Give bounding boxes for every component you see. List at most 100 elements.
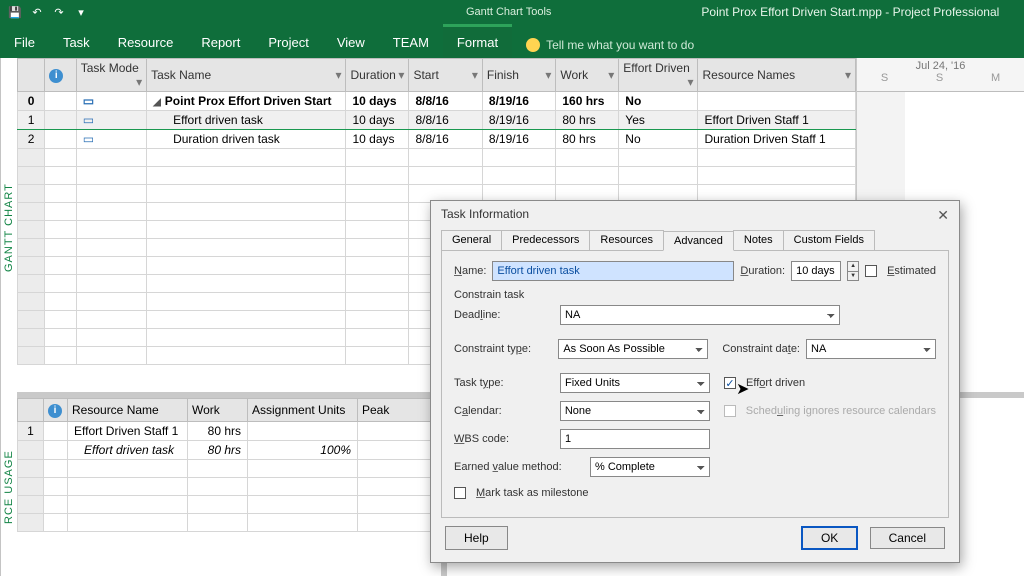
start-cell[interactable]: 8/8/16 — [409, 92, 482, 111]
task-mode-icon[interactable]: ▭ — [76, 92, 146, 111]
qat-dropdown-icon[interactable]: ▾ — [72, 3, 90, 21]
dialog-tab-resources[interactable]: Resources — [589, 230, 664, 250]
finish-cell[interactable]: 8/19/16 — [482, 130, 555, 149]
close-icon[interactable]: ✕ — [937, 207, 949, 224]
usage-row-num[interactable]: 1 — [18, 422, 44, 441]
usage-work-cell[interactable]: 80 hrs — [188, 422, 248, 441]
row-info[interactable] — [45, 92, 76, 111]
effort-cell[interactable]: No — [619, 130, 698, 149]
task-name-input[interactable] — [492, 261, 734, 281]
col-mode[interactable]: Task Mode▾ — [76, 59, 146, 92]
effort-driven-checkbox[interactable] — [724, 377, 736, 389]
usage-assign-cell[interactable]: 100% — [248, 441, 358, 460]
name-label: Name: — [454, 265, 486, 277]
deadline-input[interactable] — [560, 305, 840, 325]
row-num[interactable]: 0 — [18, 92, 45, 111]
col-finish[interactable]: Finish▾ — [482, 59, 555, 92]
usage-col-peak[interactable]: Peak — [358, 399, 441, 422]
ok-button[interactable]: OK — [801, 526, 858, 550]
task-name-cell[interactable]: ◢Point Prox Effort Driven Start — [147, 92, 346, 111]
tab-resource[interactable]: Resource — [104, 27, 188, 58]
work-cell[interactable]: 80 hrs — [556, 111, 619, 130]
task-name-cell[interactable]: Effort driven task — [147, 111, 346, 130]
row-num[interactable]: 2 — [18, 130, 45, 149]
wbs-input[interactable] — [560, 429, 710, 449]
col-duration[interactable]: Duration▾ — [346, 59, 409, 92]
usage-col-resource[interactable]: Resource Name — [68, 399, 188, 422]
dialog-tab-predecessors[interactable]: Predecessors — [501, 230, 590, 250]
duration-input[interactable] — [791, 261, 841, 281]
usage-col-info[interactable]: i — [44, 399, 68, 422]
col-info[interactable]: i — [45, 59, 76, 92]
redo-icon[interactable]: ↷ — [50, 3, 68, 21]
work-cell[interactable]: 160 hrs — [556, 92, 619, 111]
resource-cell[interactable] — [698, 92, 856, 111]
duration-cell[interactable]: 10 days — [346, 92, 409, 111]
resource-usage-grid[interactable]: i Resource Name Work Assignment Units Pe… — [17, 398, 447, 576]
col-name[interactable]: Task Name▾ — [147, 59, 346, 92]
usage-assign-cell[interactable] — [248, 422, 358, 441]
duration-cell[interactable]: 10 days — [346, 130, 409, 149]
tab-team[interactable]: TEAM — [379, 27, 443, 58]
usage-resource-cell[interactable]: Effort driven task — [68, 441, 188, 460]
constraint-type-select[interactable] — [558, 339, 708, 359]
constraint-date-input[interactable] — [806, 339, 936, 359]
calendar-label: Calendar: — [454, 405, 554, 417]
calendar-select[interactable] — [560, 401, 710, 421]
usage-col-work[interactable]: Work — [188, 399, 248, 422]
task-type-label: Task type: — [454, 377, 554, 389]
effort-cell[interactable]: Yes — [619, 111, 698, 130]
finish-cell[interactable]: 8/19/16 — [482, 111, 555, 130]
resource-usage-sidelabel: RCE USAGE — [0, 398, 17, 576]
milestone-checkbox[interactable] — [454, 487, 466, 499]
dialog-tab-notes[interactable]: Notes — [733, 230, 784, 250]
task-mode-icon[interactable]: ▭ — [76, 111, 146, 130]
finish-cell[interactable]: 8/19/16 — [482, 92, 555, 111]
col-effort[interactable]: Effort Driven▾ — [619, 59, 698, 92]
tab-project[interactable]: Project — [254, 27, 322, 58]
evm-select[interactable] — [590, 457, 710, 477]
collapse-icon[interactable]: ◢ — [153, 97, 161, 108]
effort-cell[interactable]: No — [619, 92, 698, 111]
usage-resource-cell[interactable]: Effort Driven Staff 1 — [68, 422, 188, 441]
start-cell[interactable]: 8/8/16 — [409, 130, 482, 149]
row-info[interactable] — [45, 130, 76, 149]
start-cell[interactable]: 8/8/16 — [409, 111, 482, 130]
col-resources[interactable]: Resource Names▾ — [698, 59, 856, 92]
row-num[interactable]: 1 — [18, 111, 45, 130]
usage-col-assign[interactable]: Assignment Units — [248, 399, 358, 422]
tab-task[interactable]: Task — [49, 27, 104, 58]
work-cell[interactable]: 80 hrs — [556, 130, 619, 149]
tab-view[interactable]: View — [323, 27, 379, 58]
col-work[interactable]: Work▾ — [556, 59, 619, 92]
usage-col-rownum[interactable] — [18, 399, 44, 422]
col-start[interactable]: Start▾ — [409, 59, 482, 92]
scheduling-ignores-checkbox — [724, 405, 736, 417]
duration-cell[interactable]: 10 days — [346, 111, 409, 130]
col-rownum[interactable] — [18, 59, 45, 92]
task-name-cell[interactable]: Duration driven task — [147, 130, 346, 149]
estimated-checkbox[interactable] — [865, 265, 877, 277]
dialog-tabs: General Predecessors Resources Advanced … — [431, 230, 959, 250]
tab-format[interactable]: Format — [443, 24, 512, 58]
resource-cell[interactable]: Duration Driven Staff 1 — [698, 130, 856, 149]
task-mode-icon[interactable]: ▭ — [76, 130, 146, 149]
tell-me-search[interactable]: Tell me what you want to do — [512, 38, 708, 58]
dialog-tab-advanced[interactable]: Advanced — [663, 231, 734, 251]
resource-cell[interactable]: Effort Driven Staff 1 — [698, 111, 856, 130]
row-info[interactable] — [45, 111, 76, 130]
cancel-button[interactable]: Cancel — [870, 527, 945, 549]
task-information-dialog: Task Information ✕ General Predecessors … — [430, 200, 960, 563]
dialog-tab-general[interactable]: General — [441, 230, 502, 250]
duration-spinner[interactable]: ▲▼ — [847, 261, 859, 281]
tab-report[interactable]: Report — [187, 27, 254, 58]
task-type-select[interactable] — [560, 373, 710, 393]
constrain-header: Constrain task — [454, 289, 524, 301]
tab-file[interactable]: File — [0, 27, 49, 58]
usage-work-cell[interactable]: 80 hrs — [188, 441, 248, 460]
undo-icon[interactable]: ↶ — [28, 3, 46, 21]
dialog-tab-custom[interactable]: Custom Fields — [783, 230, 875, 250]
help-button[interactable]: Help — [445, 526, 508, 550]
save-icon[interactable]: 💾 — [6, 3, 24, 21]
timeline-day: S — [881, 72, 888, 84]
